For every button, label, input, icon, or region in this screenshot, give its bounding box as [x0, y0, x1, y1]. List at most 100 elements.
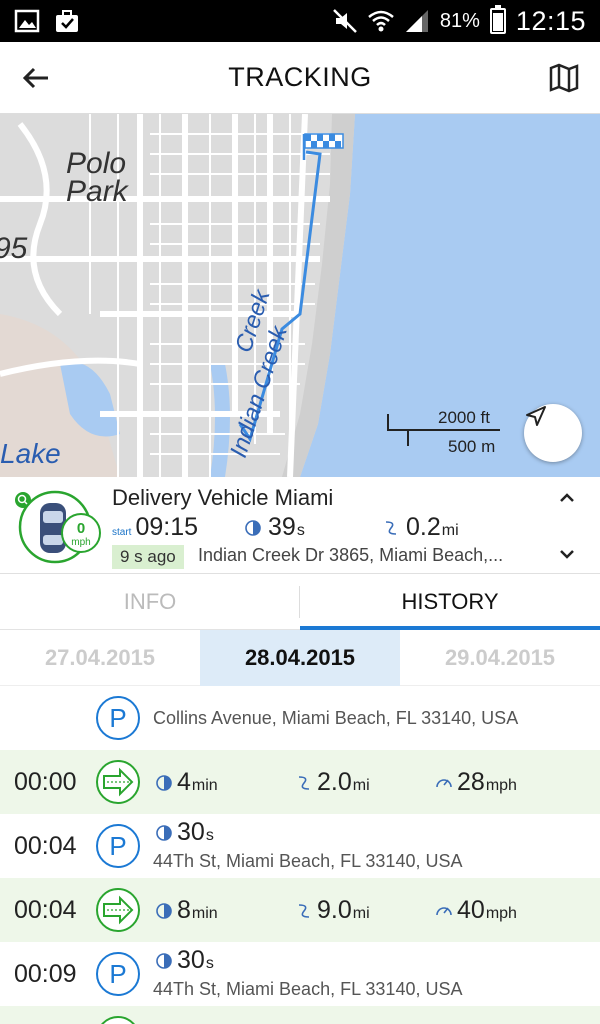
clock-icon [245, 519, 261, 536]
speedometer-icon [436, 778, 452, 787]
speed-value: 0 [77, 520, 85, 537]
duration-value: 4 [177, 768, 191, 796]
history-distance: 2.0 mi [295, 768, 370, 797]
duration-unit: s [205, 827, 214, 844]
chevron-down-icon[interactable] [556, 543, 578, 565]
history-row-park[interactable]: P Collins Avenue, Miami Beach, FL 33140,… [0, 686, 600, 750]
scale-imperial: 2000 ft [438, 408, 490, 427]
drive-arrow-icon [101, 1016, 135, 1024]
drive-arrow-icon [96, 888, 140, 932]
vehicle-avatar: 0 mph [15, 490, 101, 564]
history-address: 44Th St, Miami Beach, FL 33140, USA [153, 851, 463, 871]
history-speed: 28 mph [435, 768, 517, 797]
start-time: 09:15 [135, 513, 199, 541]
clock-icon [156, 774, 172, 791]
tab-history-label: HISTORY [401, 589, 499, 614]
history-distance: 9.0 mi [295, 896, 370, 925]
history-row-drive[interactable]: 00:00 4 min 2.0 mi 28 mph [0, 750, 600, 814]
idle-stat: 39 s [244, 513, 305, 542]
tab-bar: INFO HISTORY [0, 574, 600, 630]
history-address: 44Th St, Miami Beach, FL 33140, USA [153, 979, 463, 999]
tab-history[interactable]: HISTORY [300, 574, 600, 630]
vehicle-address: Indian Creek Dr 3865, Miami Beach,... [198, 545, 504, 565]
duration-unit: s [205, 955, 214, 972]
duration-value: 8 [177, 896, 191, 924]
drive-arrow-icon [96, 760, 140, 804]
navigation-arrow-icon [526, 406, 546, 426]
svg-text:P: P [109, 959, 126, 989]
history-address: Collins Avenue, Miami Beach, FL 33140, U… [153, 708, 519, 728]
history-speed: 40 mph [435, 896, 517, 925]
vehicle-card[interactable]: 0 mph Delivery Vehicle Miami start 09:15… [0, 477, 600, 574]
page-title: TRACKING [228, 62, 372, 92]
duration-value: 30 [177, 946, 205, 974]
clock-icon [156, 824, 172, 841]
svg-text:P: P [109, 703, 126, 733]
distance-unit: mi [352, 777, 370, 794]
history-row-park[interactable]: 00:09 P 30 s 44Th St, Miami Beach, FL 331… [0, 942, 600, 1006]
wifi-icon [368, 10, 394, 32]
battery-percent: 81% [439, 9, 480, 32]
clock-icon [156, 902, 172, 919]
svg-text:P: P [109, 831, 126, 861]
idle-value: 39 [268, 513, 296, 541]
distance-stat: 0.2 mi [382, 513, 459, 542]
briefcase-check-icon [56, 10, 78, 32]
distance-unit: mi [352, 905, 370, 922]
chevron-up-icon[interactable] [556, 487, 578, 509]
map-label-park: Polo Park [66, 147, 128, 208]
clock-icon [156, 952, 172, 969]
vehicle-stats: start 09:15 39 s 0.2 mi [112, 513, 532, 543]
date-current[interactable]: 28.04.2015 [200, 630, 400, 686]
distance-value: 9.0 [317, 896, 352, 924]
speedometer-icon [436, 906, 452, 915]
start-stat: start 09:15 [112, 513, 198, 542]
speed-unit: mph [485, 905, 517, 922]
history-duration: 30 s [155, 818, 214, 847]
history-duration: 8 min [155, 896, 218, 925]
start-label: start [112, 527, 132, 538]
last-update-badge: 9 s ago [112, 545, 184, 569]
tab-info[interactable]: INFO [0, 574, 300, 630]
map-view[interactable]: Indian Creek Creek Polo Park 95 Lake 200… [0, 114, 600, 477]
signal-icon [405, 10, 428, 32]
parking-icon: P [96, 952, 140, 996]
gallery-icon [14, 9, 40, 33]
scale-metric: 500 m [448, 437, 496, 456]
history-row-drive[interactable] [0, 1006, 600, 1024]
map-icon[interactable] [546, 60, 582, 96]
route-icon [385, 520, 397, 535]
map-label-lake: Lake [0, 438, 61, 469]
locate-button[interactable] [524, 404, 582, 462]
mute-icon [333, 9, 357, 33]
date-next[interactable]: 29.04.2015 [400, 630, 600, 686]
history-row-park[interactable]: 00:04 P 30 s 44Th St, Miami Beach, FL 331… [0, 814, 600, 878]
app-bar: TRACKING [0, 42, 600, 114]
duration-value: 30 [177, 818, 205, 846]
speed-unit: mph [485, 777, 517, 794]
battery-icon [489, 5, 506, 34]
history-duration: 4 min [155, 768, 218, 797]
clock-time: 12:15 [515, 5, 586, 36]
parking-icon: P [96, 696, 140, 740]
history-duration: 30 s [155, 946, 214, 975]
history-time: 00:09 [14, 960, 77, 988]
date-prev[interactable]: 27.04.2015 [0, 630, 200, 686]
parking-icon: P [96, 824, 140, 868]
map-label-highway: 95 [0, 232, 28, 265]
history-time: 00:00 [14, 768, 77, 796]
history-list: P Collins Avenue, Miami Beach, FL 33140,… [0, 686, 600, 1024]
distance-unit: mi [441, 522, 459, 539]
duration-unit: min [191, 905, 218, 922]
idle-unit: s [296, 522, 305, 539]
distance-value: 0.2 [406, 513, 441, 541]
history-row-drive[interactable]: 00:04 8 min 9.0 mi 40 mph [0, 878, 600, 942]
duration-unit: min [191, 777, 218, 794]
speed-value: 28 [457, 768, 485, 796]
vehicle-name: Delivery Vehicle Miami [112, 485, 334, 510]
route-icon [298, 775, 310, 790]
history-time: 00:04 [14, 896, 77, 924]
speed-value: 40 [457, 896, 485, 924]
distance-value: 2.0 [317, 768, 352, 796]
date-selector: 27.04.2015 28.04.2015 29.04.2015 [0, 630, 600, 686]
